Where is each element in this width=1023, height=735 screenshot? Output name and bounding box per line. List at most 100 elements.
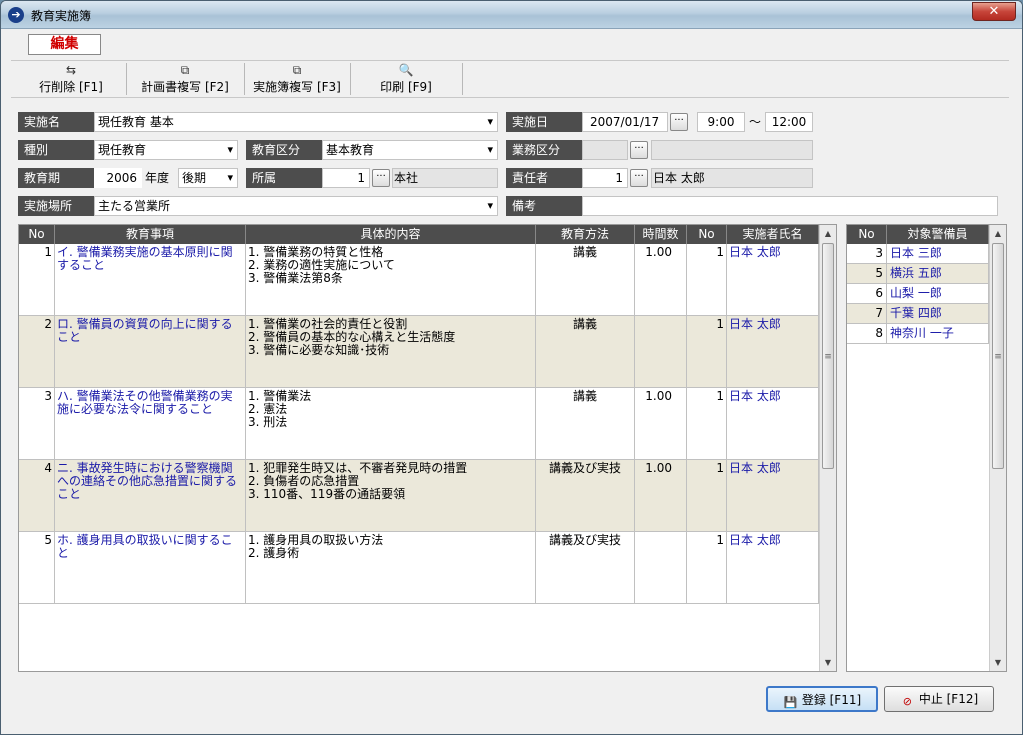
- cell-hours[interactable]: [635, 316, 687, 387]
- list-item[interactable]: 6 山梨 一郎: [847, 284, 989, 304]
- time-end-field[interactable]: 12:00: [765, 112, 813, 132]
- cell-contents[interactable]: 1. 警備業務の特質と性格 2. 業務の適性実施について 3. 警備業法第8条: [246, 244, 536, 315]
- col-guard-name[interactable]: 対象警備員: [887, 225, 989, 244]
- cell-contents[interactable]: 1. 犯罪発生時又は、不審者発見時の措置 2. 負傷者の応急措置 3. 110番、1…: [246, 460, 536, 531]
- cell-method[interactable]: 講義: [536, 388, 635, 459]
- period-term-select[interactable]: 後期: [178, 168, 238, 188]
- cell-contents[interactable]: 1. 護身用具の取扱い方法 2. 護身術: [246, 532, 536, 603]
- work-cat-lookup-button[interactable]: ···: [630, 141, 648, 159]
- cell-method[interactable]: 講義: [536, 316, 635, 387]
- work-cat-name-field: [651, 140, 813, 160]
- cell-hours[interactable]: [635, 532, 687, 603]
- cell-no[interactable]: 2: [19, 316, 55, 387]
- col-hours[interactable]: 時間数: [635, 225, 687, 244]
- cell-instructor-no[interactable]: 1: [687, 532, 727, 603]
- scroll-up-arrow[interactable]: ▲: [990, 225, 1006, 242]
- cell-no[interactable]: 3: [19, 388, 55, 459]
- cell-instructor-no[interactable]: 1: [687, 244, 727, 315]
- time-start-field[interactable]: 9:00: [697, 112, 745, 132]
- toolbar-separator: [462, 63, 463, 95]
- guards-scrollbar[interactable]: ▲ ≡ ▼: [989, 225, 1006, 671]
- cell-contents[interactable]: 1. 警備業法 2. 憲法 3. 刑法: [246, 388, 536, 459]
- cell-method[interactable]: 講義及び実技: [536, 532, 635, 603]
- remarks-field[interactable]: [582, 196, 998, 216]
- col-guard-no[interactable]: No: [847, 225, 887, 244]
- manager-code-field[interactable]: 1: [582, 168, 628, 188]
- cancel-label: 中止 [F12]: [918, 692, 979, 706]
- table-row[interactable]: 1 イ. 警備業務実施の基本原則に関すること 1. 警備業務の特質と性格 2. 業務の…: [19, 244, 819, 316]
- col-contents[interactable]: 具体的内容: [246, 225, 536, 244]
- cell-instructor[interactable]: 日本 太郎: [727, 244, 819, 315]
- remarks-label: 備考: [506, 196, 582, 216]
- table-row[interactable]: 3 ハ. 警備業法その他警備業務の実施に必要な法令に関すること 1. 警備業法 2. …: [19, 388, 819, 460]
- period-year-field[interactable]: 2006: [94, 168, 142, 188]
- edu-cat-select[interactable]: 基本教育: [322, 140, 498, 160]
- dept-lookup-button[interactable]: ···: [372, 169, 390, 187]
- cell-instructor[interactable]: 日本 太郎: [727, 460, 819, 531]
- cell-item[interactable]: ホ. 護身用具の取扱いに関すること: [55, 532, 246, 603]
- date-field[interactable]: 2007/01/17: [582, 112, 668, 132]
- scroll-thumb[interactable]: ≡: [992, 243, 1004, 469]
- delete-row-label: 行削除 [F1]: [39, 80, 103, 94]
- cell-instructor[interactable]: 日本 太郎: [727, 316, 819, 387]
- list-item[interactable]: 5 横浜 五郎: [847, 264, 989, 284]
- cell-instructor[interactable]: 日本 太郎: [727, 388, 819, 459]
- cell-method[interactable]: 講義: [536, 244, 635, 315]
- cell-instructor-no[interactable]: 1: [687, 460, 727, 531]
- cell-instructor-no[interactable]: 1: [687, 316, 727, 387]
- dept-code-field[interactable]: 1: [322, 168, 370, 188]
- col-no[interactable]: No: [19, 225, 55, 244]
- cell-instructor-no[interactable]: 1: [687, 388, 727, 459]
- scroll-thumb[interactable]: ≡: [822, 243, 834, 469]
- cell-instructor[interactable]: 日本 太郎: [727, 532, 819, 603]
- guard-no: 3: [847, 244, 887, 263]
- close-button[interactable]: ✕: [972, 2, 1016, 21]
- scroll-down-arrow[interactable]: ▼: [990, 654, 1006, 671]
- cell-item[interactable]: ニ. 事故発生時における警察機関への連絡その他応急措置に関すること: [55, 460, 246, 531]
- content-line: 3. 警備業法第8条: [248, 271, 343, 285]
- cell-item[interactable]: ロ. 警備員の資質の向上に関すること: [55, 316, 246, 387]
- table-row[interactable]: 2 ロ. 警備員の資質の向上に関すること 1. 警備業の社会的責任と役割 2. 警備員…: [19, 316, 819, 388]
- window-title: 教育実施簿: [31, 9, 92, 23]
- list-item[interactable]: 8 神奈川 一子: [847, 324, 989, 344]
- cell-contents[interactable]: 1. 警備業の社会的責任と役割 2. 警備員の基本的な心構えと生活態度 3. 警備に…: [246, 316, 536, 387]
- place-select[interactable]: 主たる営業所: [94, 196, 498, 216]
- education-grid: No 教育事項 具体的内容 教育方法 時間数 No 実施者氏名 1 イ. 警備業務…: [18, 224, 837, 672]
- cell-method[interactable]: 講義及び実技: [536, 460, 635, 531]
- grid-scrollbar[interactable]: ▲ ≡ ▼: [819, 225, 836, 671]
- copy-plan-button[interactable]: ⧉ 計画書複写 [F2]: [128, 62, 242, 98]
- col-method[interactable]: 教育方法: [536, 225, 635, 244]
- cell-hours[interactable]: 1.00: [635, 244, 687, 315]
- cancel-button[interactable]: ⊘ 中止 [F12]: [884, 686, 994, 712]
- name-select[interactable]: 現任教育 基本: [94, 112, 498, 132]
- manager-lookup-button[interactable]: ···: [630, 169, 648, 187]
- date-picker-button[interactable]: ···: [670, 113, 688, 131]
- delete-row-button[interactable]: ⇆ 行削除 [F1]: [21, 62, 121, 98]
- copy-record-label: 実施簿複写 [F3]: [253, 80, 341, 94]
- table-row[interactable]: 4 ニ. 事故発生時における警察機関への連絡その他応急措置に関すること 1. 犯罪発…: [19, 460, 819, 532]
- guard-name: 日本 三郎: [887, 244, 989, 263]
- col-instructor-no[interactable]: No: [687, 225, 727, 244]
- guard-name: 神奈川 一子: [887, 324, 989, 343]
- cell-no[interactable]: 4: [19, 460, 55, 531]
- copy-record-button[interactable]: ⧉ 実施簿複写 [F3]: [246, 62, 348, 98]
- cell-hours[interactable]: 1.00: [635, 388, 687, 459]
- guards-header: No 対象警備員: [847, 225, 989, 244]
- table-row[interactable]: 5 ホ. 護身用具の取扱いに関すること 1. 護身用具の取扱い方法 2. 護身術 講義及…: [19, 532, 819, 604]
- col-instructor[interactable]: 実施者氏名: [727, 225, 819, 244]
- col-item[interactable]: 教育事項: [55, 225, 246, 244]
- cell-hours[interactable]: 1.00: [635, 460, 687, 531]
- scroll-up-arrow[interactable]: ▲: [820, 225, 836, 242]
- cell-no[interactable]: 5: [19, 532, 55, 603]
- kind-select[interactable]: 現任教育: [94, 140, 238, 160]
- cell-item[interactable]: ハ. 警備業法その他警備業務の実施に必要な法令に関すること: [55, 388, 246, 459]
- print-button[interactable]: 🔍 印刷 [F9]: [356, 62, 456, 98]
- scroll-down-arrow[interactable]: ▼: [820, 654, 836, 671]
- list-item[interactable]: 3 日本 三郎: [847, 244, 989, 264]
- register-button[interactable]: 💾 登録 [F11]: [766, 686, 878, 712]
- cell-item[interactable]: イ. 警備業務実施の基本原則に関すること: [55, 244, 246, 315]
- title-bar[interactable]: ➔ 教育実施簿 ✕: [1, 1, 1022, 29]
- work-cat-code-field[interactable]: [582, 140, 628, 160]
- cell-no[interactable]: 1: [19, 244, 55, 315]
- list-item[interactable]: 7 千葉 四郎: [847, 304, 989, 324]
